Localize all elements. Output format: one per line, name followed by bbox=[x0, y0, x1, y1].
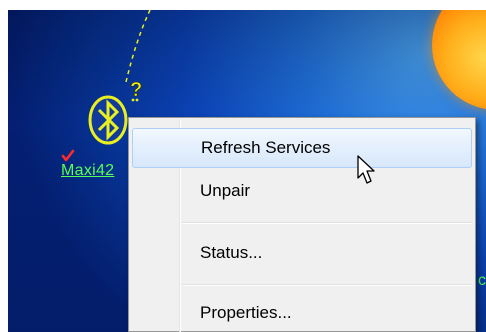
menu-item-label: Unpair bbox=[200, 181, 251, 200]
menu-separator bbox=[182, 284, 472, 286]
mouse-pointer-icon bbox=[357, 155, 375, 184]
screen: ? Maxi42 c Refresh Services Unpair Statu… bbox=[0, 0, 486, 332]
menu-item-status[interactable]: Status... bbox=[132, 234, 472, 274]
partial-label: c bbox=[478, 272, 486, 289]
device-label[interactable]: Maxi42 bbox=[61, 162, 114, 180]
menu-item-properties[interactable]: Properties... bbox=[132, 294, 472, 332]
menu-item-refresh-services[interactable]: Refresh Services bbox=[132, 128, 472, 168]
context-menu: Refresh Services Unpair Status... Proper… bbox=[128, 117, 476, 332]
checkmark-icon bbox=[61, 149, 75, 162]
menu-item-label: Properties... bbox=[200, 303, 292, 322]
svg-text:?: ? bbox=[130, 79, 142, 101]
bluetooth-icon[interactable] bbox=[86, 94, 130, 146]
menu-separator bbox=[182, 222, 472, 224]
menu-item-label: Refresh Services bbox=[201, 138, 331, 157]
menu-item-unpair[interactable]: Unpair bbox=[132, 172, 472, 212]
menu-item-label: Status... bbox=[200, 243, 263, 262]
